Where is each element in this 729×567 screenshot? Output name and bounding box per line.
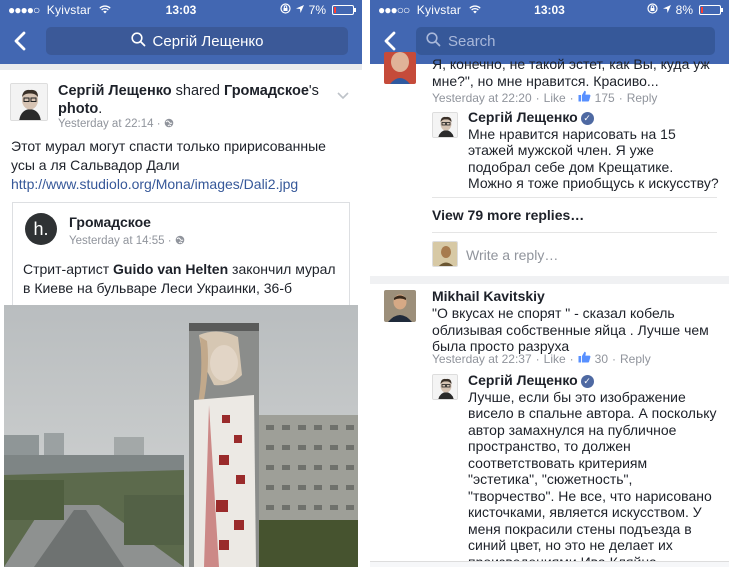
right-phone-screen: ●●●○○ Kyivstar 13:03 8% Search Я, конечн… (370, 0, 729, 567)
post-action: shared (175, 83, 220, 99)
post-link[interactable]: http://www.studiolo.org/Mona/images/Dali… (11, 176, 298, 192)
reply-author-name[interactable]: Сергій Лещенко (468, 372, 578, 388)
reply-block: Сергій Лещенко ✓ Мне нравится нарисовать … (468, 109, 720, 192)
search-input[interactable]: Search (416, 27, 715, 55)
my-avatar (432, 241, 458, 267)
reply-block: Сергій Лещенко ✓ Лучше, если бы это изобр… (468, 372, 718, 567)
comment-timestamp[interactable]: Yesterday at 22:20 (432, 91, 532, 105)
lock-rotation-icon (647, 3, 658, 17)
search-bar[interactable]: Сергій Лещенко (46, 27, 348, 55)
shared-timestamp[interactable]: Yesterday at 14:55 (69, 235, 164, 247)
view-more-replies-link[interactable]: View 79 more replies… (432, 207, 584, 223)
like-count[interactable]: 175 (595, 91, 615, 105)
comment-thread: Я, конечно, не такой эстет, как Вы, куда… (370, 52, 729, 567)
like-link[interactable]: Like (544, 91, 566, 105)
divider (432, 197, 717, 198)
post-object[interactable]: photo (58, 101, 98, 117)
post-text: Этот мурал могут спасти только пририсова… (11, 138, 326, 173)
location-icon (295, 3, 305, 17)
mural-photo[interactable] (4, 305, 358, 567)
status-bar: ●●●●○ Kyivstar 13:03 7% (0, 0, 362, 20)
like-count[interactable]: 30 (595, 352, 608, 366)
shared-post: Сергій Лещенко shared Громадское's photo… (0, 70, 362, 567)
comment-meta: Yesterday at 22:20 · Like · 175 · Reply (432, 90, 658, 105)
search-placeholder: Search (448, 32, 496, 50)
comment-meta: Yesterday at 22:37 · Like · 30 · Reply (432, 351, 651, 366)
post-period: . (98, 101, 103, 117)
navigation-bar: ●●●○○ Kyivstar 13:03 8% Search (370, 0, 729, 64)
shared-source-name[interactable]: Громадское (69, 214, 151, 230)
navigation-bar: ●●●●○ Kyivstar 13:03 7% Сергій Лещенко (0, 0, 362, 64)
verified-badge-icon: ✓ (580, 375, 594, 388)
reply-text: Мне нравится нарисовать на 15 этажей муж… (468, 125, 719, 192)
reply-author-avatar[interactable] (432, 112, 458, 138)
verified-badge-icon: ✓ (580, 112, 594, 125)
comment-block: Mikhail Kavitskiy "О вкусах не спорят " … (432, 288, 716, 355)
globe-icon (175, 235, 185, 247)
reply-author-name[interactable]: Сергій Лещенко (468, 109, 578, 125)
status-bar: ●●●○○ Kyivstar 13:03 8% (370, 0, 729, 20)
thumbs-up-icon (578, 351, 591, 366)
left-phone-screen: ●●●●○ Kyivstar 13:03 7% Сергій Лещенко С… (0, 0, 362, 567)
reply-link[interactable]: Reply (627, 91, 658, 105)
comment-text: "О вкусах не спорят " - сказал кобель об… (432, 304, 709, 355)
lock-rotation-icon (280, 3, 291, 17)
search-icon (130, 31, 146, 51)
battery-icon (699, 5, 723, 15)
artist-name: Guido van Helten (113, 261, 229, 277)
comment-author-name[interactable]: Mikhail Kavitskiy (432, 288, 545, 304)
post-body: Этот мурал могут спасти только пририсова… (11, 137, 350, 194)
search-icon (426, 31, 441, 51)
post-author-name[interactable]: Сергій Лещенко (58, 83, 172, 99)
write-reply-input[interactable]: Write a reply… (466, 247, 558, 263)
comment-composer-bar (370, 561, 729, 567)
battery-icon (332, 5, 356, 15)
post-source-name[interactable]: Громадское (224, 83, 309, 99)
thumbs-up-icon (578, 90, 591, 105)
commenter-avatar[interactable] (384, 52, 416, 84)
reply-text: Лучше, если бы это изображение висело в … (468, 388, 717, 567)
battery-percent: 8% (675, 3, 693, 17)
battery-level (701, 7, 703, 13)
back-button[interactable] (380, 27, 402, 55)
reply-author-avatar[interactable] (432, 374, 458, 400)
section-divider (370, 276, 729, 284)
divider (432, 232, 717, 233)
search-query: Сергій Лещенко (152, 32, 264, 50)
post-timestamp[interactable]: Yesterday at 22:14 (58, 118, 153, 130)
back-button[interactable] (10, 27, 32, 55)
author-avatar[interactable] (10, 83, 48, 121)
comment-text: Я, конечно, не такой эстет, как Вы, куда… (432, 56, 710, 89)
post-possessive: 's (308, 83, 319, 99)
location-icon (662, 3, 672, 17)
globe-icon (164, 118, 174, 130)
post-menu-chevron-icon[interactable] (336, 88, 350, 100)
commenter-avatar[interactable] (384, 290, 416, 322)
reply-link[interactable]: Reply (620, 352, 651, 366)
like-link[interactable]: Like (544, 352, 566, 366)
shared-post-text: Стрит-артист Guido van Helten закончил м… (23, 261, 336, 296)
battery-level (334, 7, 336, 13)
shared-source-avatar[interactable]: h. (25, 213, 57, 245)
comment-timestamp[interactable]: Yesterday at 22:37 (432, 352, 532, 366)
battery-percent: 7% (308, 3, 326, 17)
